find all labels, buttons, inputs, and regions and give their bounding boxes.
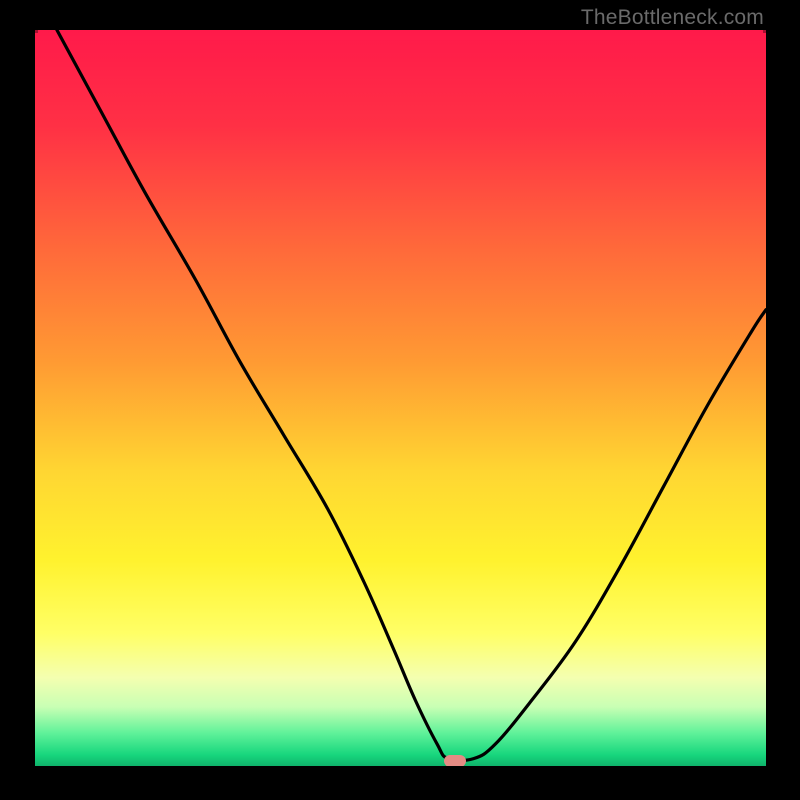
optimal-point-marker [444,755,466,766]
corner-pixel-tl [35,30,38,33]
plot-area [35,30,766,766]
watermark-label: TheBottleneck.com [581,6,764,30]
chart-stage: TheBottleneck.com [0,0,800,800]
corner-pixel-tr [763,30,766,33]
bottleneck-curve [35,30,766,766]
